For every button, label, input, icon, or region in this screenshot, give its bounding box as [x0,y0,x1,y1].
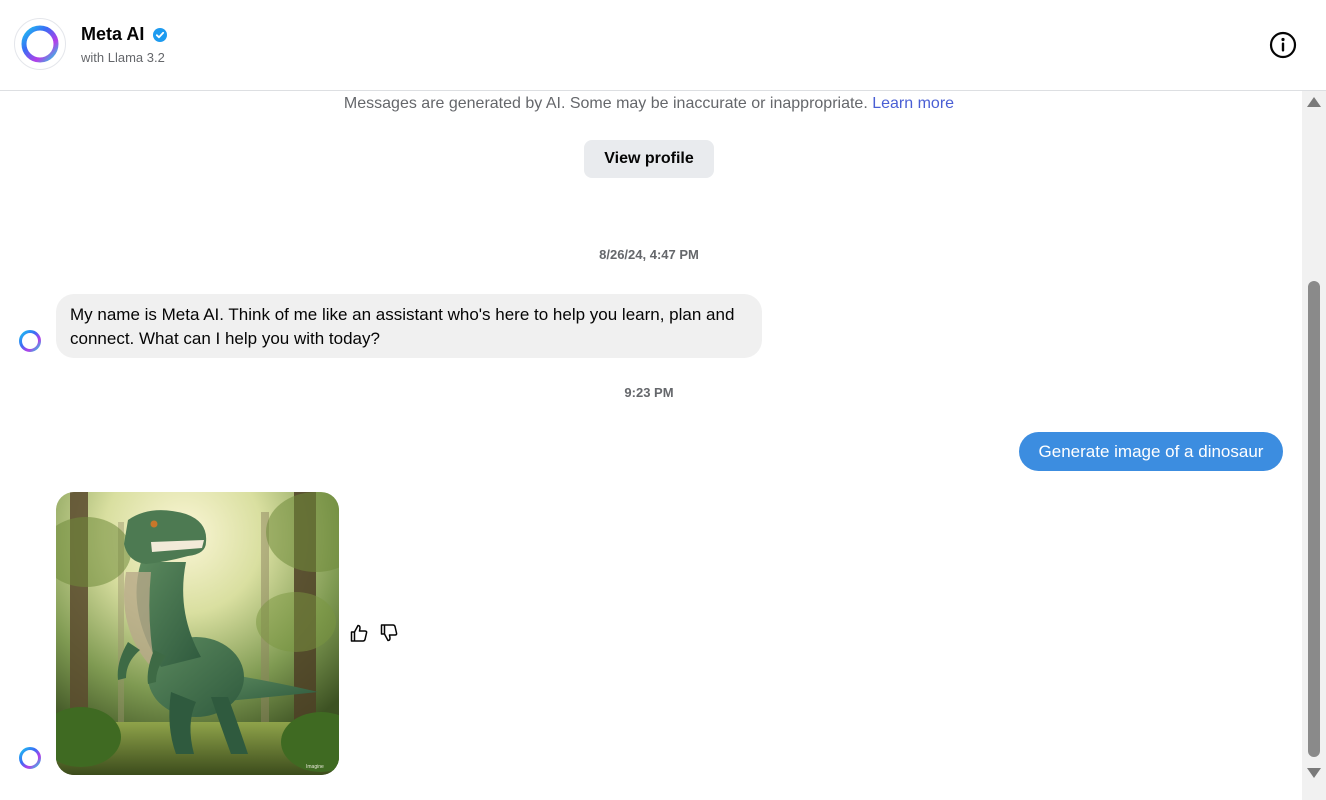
timestamp: 8/26/24, 4:47 PM [599,247,699,262]
chat-header: Meta AI with Llama 3.2 [0,0,1326,91]
bot-avatar[interactable] [17,328,43,354]
bot-avatar[interactable] [17,745,43,771]
info-button[interactable] [1268,30,1298,60]
timestamp: 9:23 PM [624,385,674,400]
meta-ai-ring-icon [21,25,59,63]
generated-dinosaur-image[interactable]: Imagine [56,492,339,775]
meta-ai-ring-icon [19,747,41,769]
scroll-up-arrow-icon[interactable] [1307,97,1321,107]
bot-message-bubble: My name is Meta AI. Think of me like an … [56,294,762,358]
meta-ai-ring-icon [19,330,41,352]
disclaimer-text: Messages are generated by AI. Some may b… [343,95,868,112]
thumbs-up-button[interactable] [348,622,370,644]
page-title: Meta AI [81,24,145,44]
chat-area: Messages are generated by AI. Some may b… [0,91,1302,800]
message-reactions [348,622,400,644]
thumbs-down-button[interactable] [378,622,400,644]
info-icon [1269,31,1297,59]
view-profile-button[interactable]: View profile [584,140,714,178]
ai-disclaimer: Messages are generated by AI. Some may b… [0,95,1298,113]
svg-text:Imagine: Imagine [306,764,324,770]
scroll-down-arrow-icon[interactable] [1307,768,1321,778]
meta-ai-avatar[interactable] [14,18,66,70]
learn-more-link[interactable]: Learn more [872,95,954,112]
verified-badge-icon [153,27,168,42]
thumbs-down-icon [380,624,398,642]
thumbs-up-icon [350,624,368,642]
scrollbar-thumb[interactable] [1308,281,1320,757]
user-message-bubble: Generate image of a dinosaur [1019,432,1283,471]
chat-scrollbar[interactable] [1302,91,1326,800]
page-subtitle: with Llama 3.2 [81,50,165,65]
